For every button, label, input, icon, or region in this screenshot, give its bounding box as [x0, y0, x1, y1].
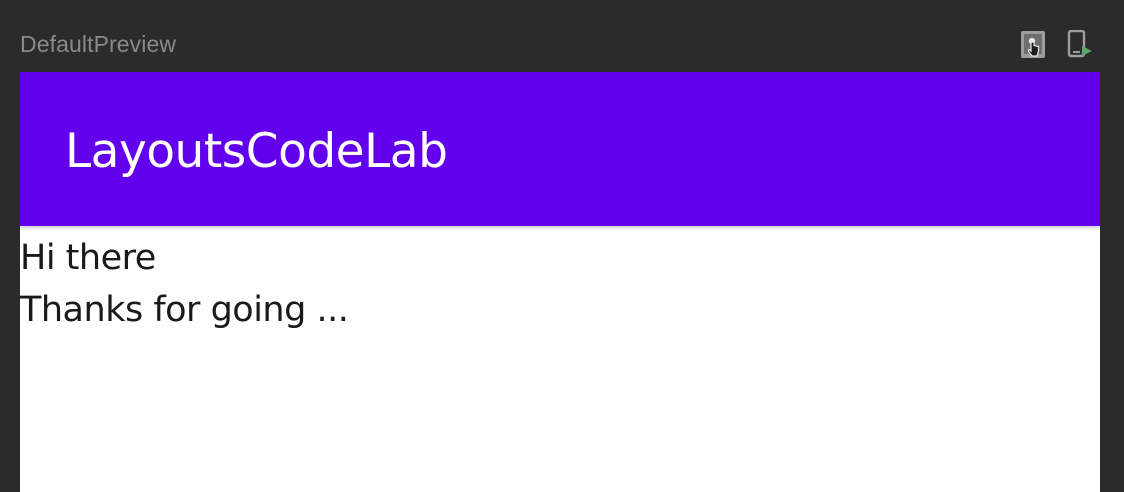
preview-title: DefaultPreview [20, 31, 177, 57]
deploy-preview-button[interactable] [1066, 30, 1094, 60]
deploy-to-device-icon [1066, 30, 1094, 60]
content-column: Hi there Thanks for going ... [20, 232, 1100, 336]
thanks-text: Thanks for going ... [20, 290, 349, 330]
app-bar-title: LayoutsCodeLab [65, 124, 448, 179]
compose-preview-panel: DefaultPreview LayoutsCodeLab Hi there T… [0, 0, 1124, 492]
interactive-mode-icon [1020, 30, 1048, 60]
top-app-bar: LayoutsCodeLab [20, 72, 1100, 226]
greeting-text: Hi there [20, 238, 156, 278]
preview-header: DefaultPreview [0, 0, 1124, 72]
device-preview: LayoutsCodeLab Hi there Thanks for going… [20, 72, 1100, 492]
interactive-mode-button[interactable] [1020, 30, 1048, 60]
